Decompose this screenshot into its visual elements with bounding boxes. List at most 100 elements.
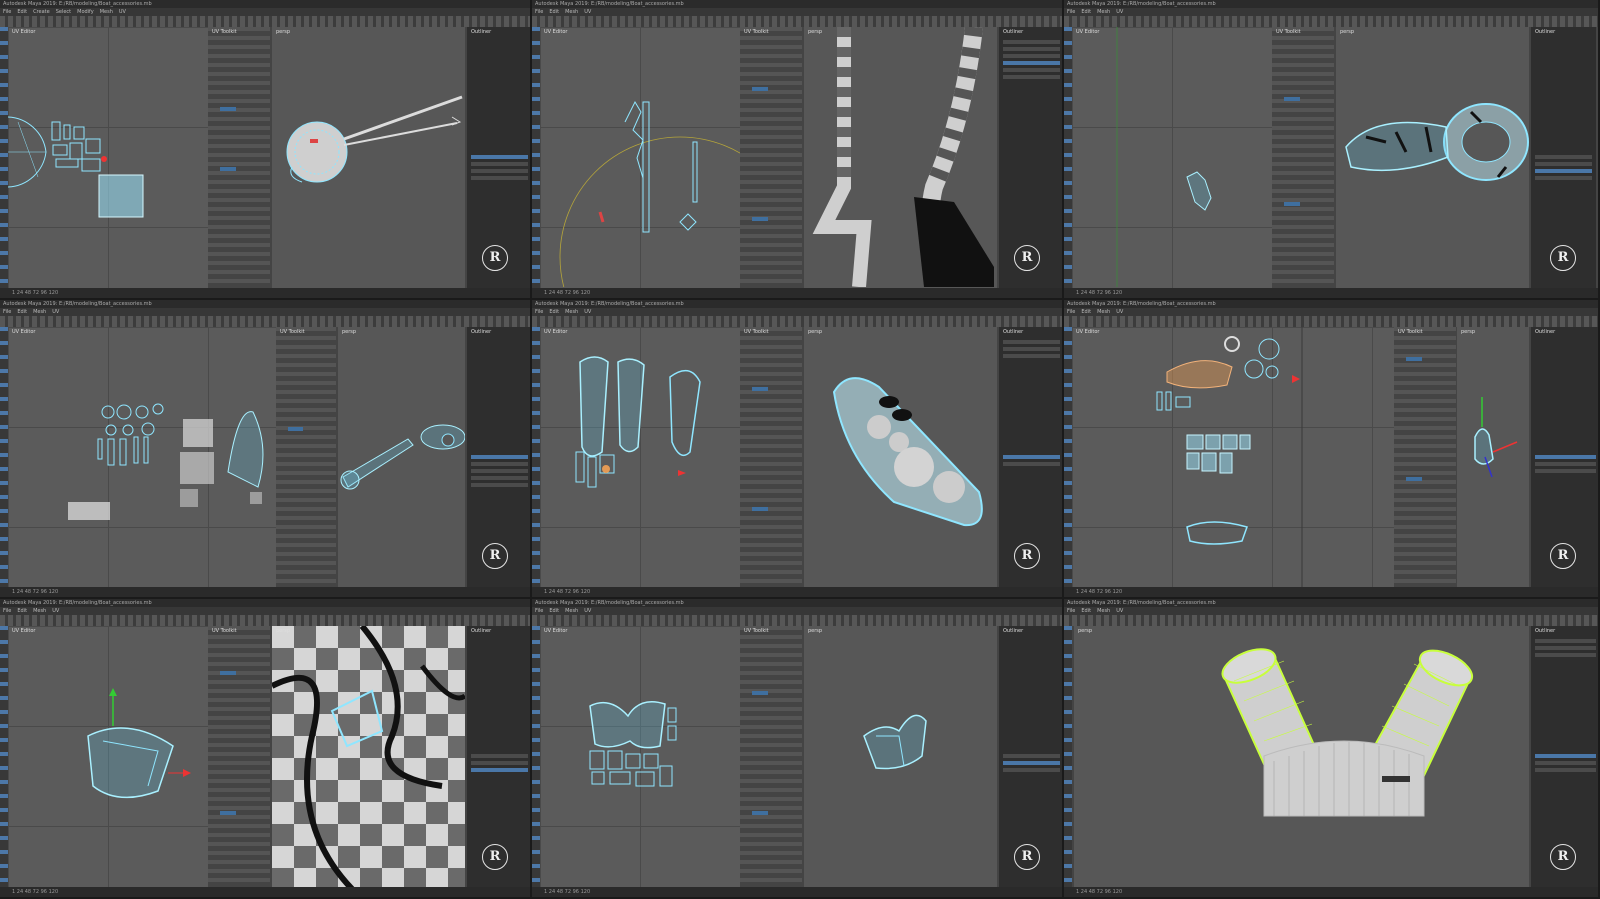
model-wireframe[interactable]	[1074, 626, 1529, 887]
toolkit-button[interactable]	[752, 691, 768, 695]
outliner-item[interactable]	[1535, 169, 1592, 173]
menu-bar[interactable]: File Edit Mesh UV	[532, 607, 1062, 615]
model-wireframe[interactable]	[1336, 27, 1529, 287]
toolkit-button[interactable]	[752, 811, 768, 815]
uv-toolkit[interactable]: UV Toolkit	[1394, 327, 1456, 587]
outliner-item[interactable]	[471, 169, 528, 173]
toolkit-button[interactable]	[288, 427, 303, 431]
outliner-item[interactable]	[1003, 768, 1060, 772]
menu-bar[interactable]: File Edit Mesh UV	[0, 607, 530, 615]
tool-box[interactable]	[1064, 327, 1072, 587]
outliner-item[interactable]	[1003, 754, 1060, 758]
model-wireframe[interactable]	[338, 327, 465, 587]
menu-file[interactable]: File	[1067, 309, 1075, 315]
uv-toolkit[interactable]: UV Toolkit	[208, 27, 270, 288]
uv-editor[interactable]: UV Editor	[540, 327, 740, 587]
tool-box[interactable]	[1064, 27, 1072, 288]
outliner-item[interactable]	[1535, 155, 1592, 159]
outliner-item[interactable]	[471, 476, 528, 480]
menu-edit[interactable]: Edit	[17, 9, 27, 15]
uv-editor[interactable]: UV Editor	[8, 327, 276, 587]
outliner-item[interactable]	[1003, 347, 1060, 351]
toolkit-button[interactable]	[1406, 477, 1422, 481]
menu-edit[interactable]: Edit	[17, 309, 27, 315]
shelf-toolbar[interactable]	[1064, 16, 1598, 27]
time-slider[interactable]: 1 24 48 72 96 120	[1064, 887, 1598, 897]
menu-file[interactable]: File	[535, 608, 543, 614]
menu-modify[interactable]: Modify	[77, 9, 94, 15]
time-slider[interactable]: 1 24 48 72 96 120	[1064, 288, 1598, 298]
outliner-item[interactable]	[1535, 646, 1596, 650]
perspective-viewport[interactable]: persp	[804, 27, 997, 288]
menu-uv[interactable]: UV	[1116, 309, 1123, 315]
outliner-item[interactable]	[471, 754, 528, 758]
outliner-item[interactable]	[1003, 47, 1060, 51]
shelf-toolbar[interactable]	[532, 16, 1062, 27]
outliner-item[interactable]	[471, 768, 528, 772]
perspective-viewport[interactable]: persp	[338, 327, 465, 587]
menu-edit[interactable]: Edit	[1081, 9, 1091, 15]
outliner-item[interactable]	[1003, 75, 1060, 79]
menu-create[interactable]: Create	[33, 9, 50, 15]
outliner-item[interactable]	[471, 176, 528, 180]
uv-toolkit[interactable]: UV Toolkit	[740, 27, 802, 288]
uv-toolkit[interactable]: UV Toolkit	[276, 327, 336, 587]
time-slider[interactable]: 1 24 48 72 96 120	[1064, 587, 1598, 597]
toolkit-button[interactable]	[752, 217, 768, 221]
perspective-viewport[interactable]: persp	[1074, 626, 1529, 887]
menu-file[interactable]: File	[1067, 608, 1075, 614]
menu-uv[interactable]: UV	[584, 9, 591, 15]
menu-mesh[interactable]: Mesh	[100, 9, 113, 15]
menu-bar[interactable]: File Edit Mesh UV	[0, 308, 530, 316]
uv-toolkit[interactable]: UV Toolkit	[740, 327, 802, 587]
perspective-viewport[interactable]: persp	[804, 626, 997, 887]
outliner-item[interactable]	[471, 455, 528, 459]
outliner-item[interactable]	[1535, 162, 1592, 166]
uv-editor[interactable]: UV Editor	[8, 626, 208, 887]
outliner-item[interactable]	[1003, 68, 1060, 72]
outliner-item[interactable]	[1535, 455, 1596, 459]
toolkit-button[interactable]	[1284, 97, 1300, 101]
menu-mesh[interactable]: Mesh	[1097, 9, 1110, 15]
menu-uv[interactable]: UV	[584, 309, 591, 315]
menu-mesh[interactable]: Mesh	[1097, 608, 1110, 614]
perspective-viewport[interactable]: persp	[804, 327, 997, 587]
menu-edit[interactable]: Edit	[549, 9, 559, 15]
model-wireframe[interactable]	[272, 626, 465, 887]
menu-uv[interactable]: UV	[52, 608, 59, 614]
menu-mesh[interactable]: Mesh	[565, 9, 578, 15]
outliner-item[interactable]	[1535, 761, 1596, 765]
time-slider[interactable]: 1 24 48 72 96 120	[532, 887, 1062, 897]
toolkit-button[interactable]	[752, 507, 768, 511]
menu-mesh[interactable]: Mesh	[1097, 309, 1110, 315]
tool-box[interactable]	[0, 27, 8, 288]
outliner-item[interactable]	[1535, 653, 1596, 657]
menu-edit[interactable]: Edit	[17, 608, 27, 614]
outliner-item[interactable]	[471, 469, 528, 473]
uv-editor[interactable]: UV Editor	[1072, 27, 1272, 288]
uv-shells[interactable]	[1072, 27, 1272, 287]
menu-edit[interactable]: Edit	[549, 309, 559, 315]
shelf-toolbar[interactable]	[1064, 316, 1598, 327]
model-wireframe[interactable]	[272, 27, 465, 287]
tool-box[interactable]	[532, 27, 540, 288]
perspective-viewport[interactable]: persp	[1336, 27, 1529, 288]
outliner-item[interactable]	[1003, 340, 1060, 344]
perspective-viewport[interactable]: persp	[272, 27, 465, 288]
time-slider[interactable]: 1 24 48 72 96 120	[0, 587, 530, 597]
menu-bar[interactable]: File Edit Mesh UV	[1064, 607, 1598, 615]
time-slider[interactable]: 1 24 48 72 96 120	[0, 887, 530, 897]
toolkit-button[interactable]	[1284, 202, 1300, 206]
time-slider[interactable]: 1 24 48 72 96 120	[0, 288, 530, 298]
toolkit-button[interactable]	[220, 671, 236, 675]
menu-uv[interactable]: UV	[1116, 608, 1123, 614]
shelf-toolbar[interactable]	[0, 615, 530, 626]
menu-edit[interactable]: Edit	[549, 608, 559, 614]
menu-mesh[interactable]: Mesh	[33, 608, 46, 614]
toolkit-button[interactable]	[1406, 357, 1422, 361]
shelf-toolbar[interactable]	[0, 316, 530, 327]
menu-edit[interactable]: Edit	[1081, 309, 1091, 315]
toolkit-button[interactable]	[752, 387, 768, 391]
outliner-item[interactable]	[1003, 61, 1060, 65]
uv-shells[interactable]	[8, 27, 208, 277]
